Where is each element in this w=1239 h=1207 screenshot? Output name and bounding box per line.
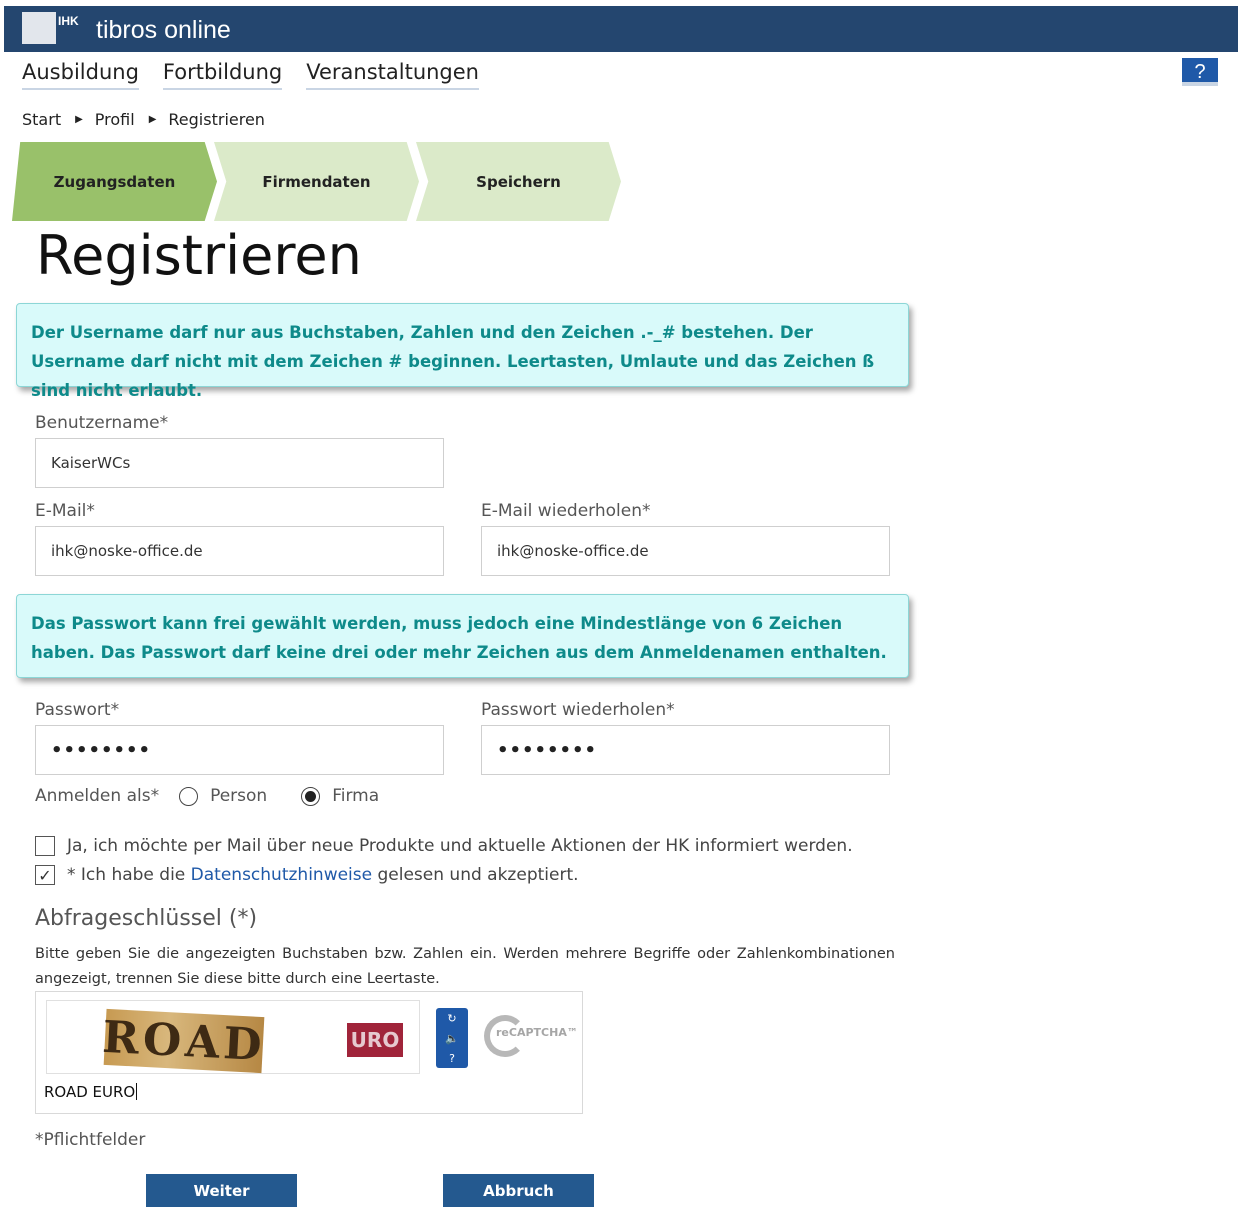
recaptcha-logo: reCAPTCHA™: [484, 1014, 578, 1058]
email-repeat-label: E-Mail wiederholen*: [481, 501, 651, 521]
nav-item-fortbildung[interactable]: Fortbildung: [162, 60, 283, 90]
breadcrumb-registrieren: Registrieren: [168, 110, 265, 129]
checkmark-icon: ✓: [38, 865, 52, 885]
captcha-description: Bitte geben Sie die angezeigten Buchstab…: [35, 946, 895, 987]
privacy-checkbox[interactable]: ✓: [35, 865, 55, 885]
newsletter-row: Ja, ich möchte per Mail über neue Produk…: [35, 836, 853, 856]
step-firmendaten: Firmendaten: [214, 142, 419, 221]
app-header: IHK tibros online: [4, 6, 1238, 52]
refresh-icon[interactable]: ↻: [441, 1010, 463, 1026]
step-zugangsdaten: Zugangsdaten: [12, 142, 217, 221]
privacy-link[interactable]: Datenschutzhinweise: [191, 865, 372, 885]
audio-icon[interactable]: 🔈: [441, 1030, 463, 1046]
nav-item-ausbildung[interactable]: Ausbildung: [22, 60, 139, 90]
captcha-response-value: ROAD EURO: [44, 1083, 136, 1101]
next-button[interactable]: Weiter: [146, 1174, 297, 1207]
register-as-label: Anmelden als*: [35, 786, 160, 806]
nav-item-veranstaltungen[interactable]: Veranstaltungen: [306, 60, 479, 90]
email-label: E-Mail*: [35, 501, 95, 521]
username-label: Benutzername*: [35, 413, 169, 433]
password-input[interactable]: ••••••••: [35, 725, 444, 775]
captcha-controls: ↻ 🔈 ?: [436, 1008, 468, 1068]
newsletter-checkbox[interactable]: [35, 836, 55, 856]
help-icon[interactable]: ?: [441, 1050, 463, 1066]
privacy-row: ✓ * Ich habe die Datenschutzhinweise gel…: [35, 865, 579, 885]
username-input[interactable]: KaiserWCs: [35, 438, 444, 488]
radio-firma[interactable]: [301, 786, 321, 806]
required-fields-note: *Pflichtfelder: [35, 1130, 146, 1150]
chevron-right-icon: ▶: [148, 114, 157, 125]
progress-steps: Zugangsdaten Firmendaten Speichern: [12, 142, 632, 222]
captcha-word-1: ROAD: [101, 1008, 267, 1074]
username-info-box: Der Username darf nur aus Buchstaben, Za…: [16, 303, 909, 400]
email-repeat-input[interactable]: ihk@noske-office.de: [481, 526, 890, 576]
password-info-box: Das Passwort kann frei gewählt werden, m…: [16, 594, 909, 678]
logo-text: IHK: [58, 14, 79, 28]
step-speichern: Speichern: [416, 142, 621, 221]
privacy-suffix: gelesen und akzeptiert.: [377, 865, 579, 885]
radio-person[interactable]: [179, 786, 199, 806]
newsletter-label[interactable]: Ja, ich möchte per Mail über neue Produk…: [67, 836, 853, 856]
chevron-right-icon: ▶: [75, 114, 83, 125]
ihk-logo[interactable]: [22, 12, 56, 44]
radio-selected-dot: [305, 790, 317, 802]
cancel-button[interactable]: Abbruch: [443, 1174, 594, 1207]
recaptcha-logo-text: reCAPTCHA™: [496, 1026, 578, 1039]
main-nav: Ausbildung Fortbildung Veranstaltungen: [22, 60, 479, 90]
password-repeat-label: Passwort wiederholen*: [481, 700, 675, 720]
breadcrumb-start[interactable]: Start: [22, 110, 61, 129]
app-title: tibros online: [96, 16, 231, 44]
captcha-response-input[interactable]: ROAD EURO: [44, 1083, 138, 1101]
password-repeat-input[interactable]: ••••••••: [481, 725, 890, 775]
page-title: Registrieren: [36, 224, 362, 287]
captcha-title: Abfrageschlüssel (*): [35, 906, 258, 931]
breadcrumb-profil[interactable]: Profil: [95, 110, 135, 129]
email-input[interactable]: ihk@noske-office.de: [35, 526, 444, 576]
privacy-prefix: * Ich habe die: [67, 865, 186, 885]
help-button[interactable]: ?: [1182, 58, 1218, 86]
breadcrumb: Start ▶ Profil ▶ Registrieren: [22, 110, 265, 129]
password-label: Passwort*: [35, 700, 120, 720]
captcha-image: ROAD URO: [46, 1000, 420, 1074]
register-as-group: Anmelden als* Person Firma: [35, 786, 379, 806]
radio-firma-label[interactable]: Firma: [332, 786, 379, 806]
text-caret: [136, 1083, 138, 1100]
radio-person-label[interactable]: Person: [210, 786, 267, 806]
captcha-word-2: URO: [347, 1023, 403, 1057]
captcha-widget: ROAD URO ↻ 🔈 ? reCAPTCHA™ ROAD EURO: [35, 991, 583, 1114]
